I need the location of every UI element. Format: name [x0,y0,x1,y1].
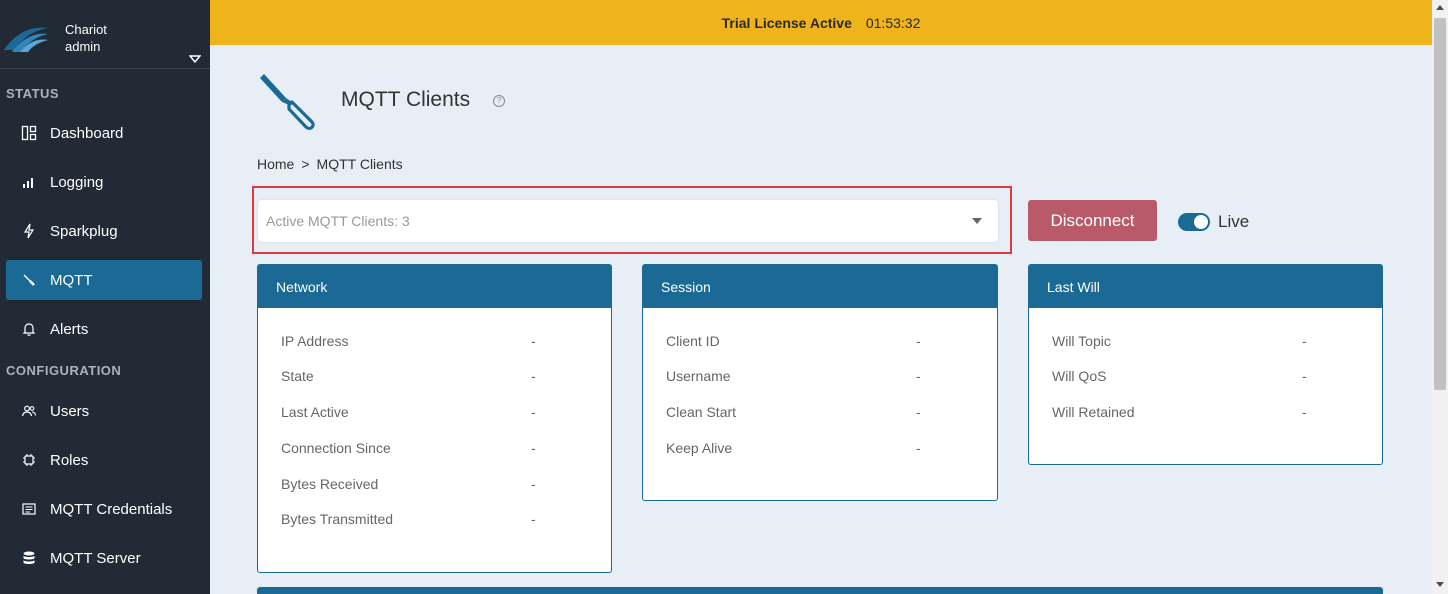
row-last-active: Last Active - [281,404,536,420]
chip-icon [21,452,37,468]
license-banner: Trial License Active 01:53:32 [210,0,1432,45]
breadcrumb-separator: > [301,156,310,172]
chariot-logo-icon [4,27,48,52]
database-icon [21,550,37,566]
row-clean-start: Clean Start - [666,404,921,420]
document-icon [21,501,37,517]
sidebar-item-label: Logging [50,173,104,191]
sidebar-item-label: MQTT [50,271,93,289]
sidebar-item-label: MQTT Server [50,549,141,567]
sidebar-item-label: Roles [50,451,89,469]
sidebar-item-label: Sparkplug [50,222,118,240]
brand-header[interactable]: Chariot admin [0,0,210,69]
sidebar: Chariot admin STATUS Dashboard Logging S… [0,0,210,594]
row-bytes-received: Bytes Received - [281,476,536,492]
row-connection-since: Connection Since - [281,440,536,456]
sidebar-item-label: Alerts [50,320,89,338]
row-ip-address: IP Address - [281,333,536,349]
session-card: Session Client ID - Username - Clean Start… [642,264,998,501]
sidebar-item-dashboard[interactable]: Dashboard [6,113,202,153]
network-card: Network IP Address - State - Last Active - … [257,264,612,573]
scrollbar[interactable] [1432,0,1448,594]
sidebar-item-users[interactable]: Users [6,391,202,431]
select-value: Active MQTT Clients: 3 [266,213,410,229]
next-card-header [257,587,1383,594]
help-icon[interactable]: ? [493,95,505,107]
scrollbar-thumb[interactable] [1434,18,1446,390]
live-toggle[interactable] [1178,213,1210,231]
breadcrumb-current: MQTT Clients [316,156,403,172]
sidebar-item-logging[interactable]: Logging [6,162,202,202]
sidebar-item-mqtt-credentials[interactable]: MQTT Credentials [6,489,202,529]
caret-down-icon[interactable] [972,218,982,224]
row-will-topic: Will Topic - [1052,333,1307,349]
license-status: Trial License Active [721,14,852,31]
screwdriver-icon [260,74,315,131]
sidebar-item-mqtt[interactable]: MQTT [6,260,202,300]
last-will-card: Last Will Will Topic - Will QoS - Will Ret… [1028,264,1383,465]
brand-name: Chariot admin [65,22,107,54]
dashboard-icon [21,125,37,141]
section-status: STATUS [6,86,60,101]
section-configuration: CONFIGURATION [6,363,122,378]
chevron-down-icon[interactable] [189,55,201,63]
sidebar-item-label: MQTT Credentials [50,500,173,518]
disconnect-button[interactable]: Disconnect [1028,200,1157,241]
bell-icon [21,321,37,337]
sidebar-item-label: Users [50,402,90,420]
row-client-id: Client ID - [666,333,921,349]
live-label: Live [1218,212,1250,231]
lightning-icon [21,223,37,239]
scroll-up-icon[interactable] [1436,5,1444,10]
breadcrumb-home[interactable]: Home [257,156,294,172]
mqtt-client-select[interactable]: Active MQTT Clients: 3 [258,200,998,242]
card-title: Session [643,265,997,308]
license-timer: 01:53:32 [865,14,921,31]
card-title: Network [258,265,611,308]
bar-chart-icon [21,174,37,190]
row-state: State - [281,368,536,384]
card-title: Last Will [1029,265,1382,308]
scroll-down-icon[interactable] [1436,582,1444,587]
toggle-knob [1194,215,1208,229]
row-username: Username - [666,368,921,384]
screwdriver-icon [21,272,37,288]
sidebar-item-alerts[interactable]: Alerts [6,309,202,349]
row-will-qos: Will QoS - [1052,368,1307,384]
sidebar-item-sparkplug[interactable]: Sparkplug [6,211,202,251]
row-bytes-transmitted: Bytes Transmitted - [281,511,536,527]
sidebar-item-mqtt-server[interactable]: MQTT Server [6,538,202,578]
row-keep-alive: Keep Alive - [666,440,921,456]
breadcrumb: Home > MQTT Clients [257,156,403,172]
sidebar-item-roles[interactable]: Roles [6,440,202,480]
users-icon [21,403,37,419]
page-title: MQTT Clients [341,88,471,111]
sidebar-item-label: Dashboard [50,124,124,142]
row-will-retained: Will Retained - [1052,404,1307,420]
